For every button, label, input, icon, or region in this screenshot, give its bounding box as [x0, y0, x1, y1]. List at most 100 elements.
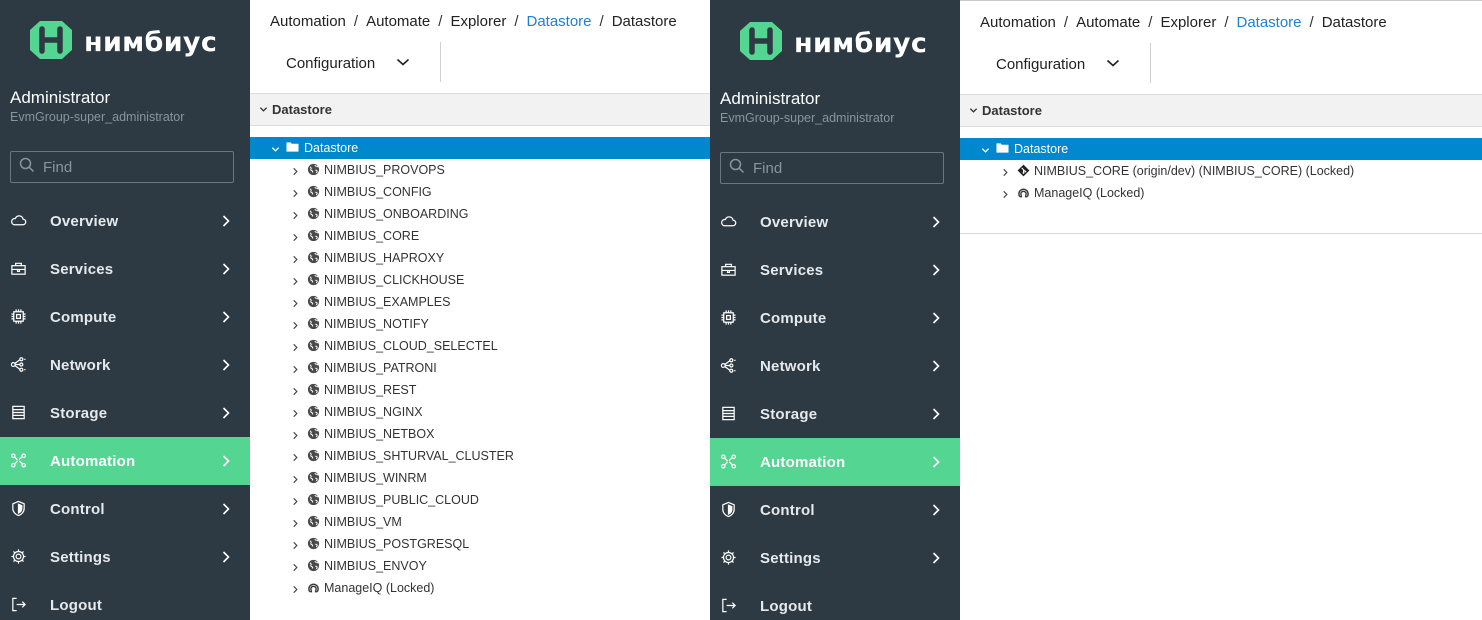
nav-item-compute[interactable]: Compute	[710, 294, 960, 342]
tree-node[interactable]: NIMBIUS_PROVOPS	[250, 159, 710, 181]
tree-node[interactable]: NIMBIUS_NOTIFY	[250, 313, 710, 335]
tree-node[interactable]: NIMBIUS_PATRONI	[250, 357, 710, 379]
accordion-header-datastore[interactable]: Datastore	[960, 94, 1482, 127]
nav-item-compute[interactable]: Compute	[0, 293, 250, 341]
accordion-title: Datastore	[272, 102, 332, 117]
breadcrumb-item[interactable]: Datastore	[526, 13, 591, 30]
chevron-right-icon[interactable]	[291, 561, 300, 572]
chevron-right-icon[interactable]	[291, 495, 300, 506]
tree-node[interactable]: NIMBIUS_VM	[250, 511, 710, 533]
tree-node[interactable]: NIMBIUS_CORE	[250, 225, 710, 247]
nav-item-logout[interactable]: Logout	[710, 582, 960, 620]
chevron-right-icon[interactable]	[291, 539, 300, 550]
nav-item-network[interactable]: Network	[0, 341, 250, 389]
configuration-label: Configuration	[286, 54, 376, 72]
chevron-right-icon[interactable]	[291, 451, 300, 462]
tree-node[interactable]: NIMBIUS_REST	[250, 379, 710, 401]
accordion-header-datastore[interactable]: Datastore	[250, 93, 710, 126]
nav-item-settings[interactable]: Settings	[710, 534, 960, 582]
tree-node[interactable]: NIMBIUS_HAPROXY	[250, 247, 710, 269]
globe-icon	[307, 185, 320, 198]
chevron-right-icon	[930, 454, 942, 470]
nav-item-settings[interactable]: Settings	[0, 533, 250, 581]
tree-node[interactable]: NIMBIUS_SHTURVAL_CLUSTER	[250, 445, 710, 467]
chevron-right-icon[interactable]	[291, 209, 300, 220]
nav-item-automation[interactable]: Automation	[0, 437, 250, 485]
tree-node-label: NIMBIUS_PATRONI	[324, 361, 437, 375]
manageiq-icon	[307, 581, 320, 594]
nav-item-label: Storage	[50, 404, 108, 422]
tree-node[interactable]: ManageIQ (Locked)	[250, 577, 710, 599]
tree-node-root[interactable]: Datastore	[250, 137, 710, 159]
chevron-right-icon[interactable]	[291, 429, 300, 440]
chevron-right-icon[interactable]	[1001, 188, 1010, 199]
folder-icon	[996, 142, 1009, 155]
user-name[interactable]: Administrator	[720, 89, 820, 109]
chevron-down-icon[interactable]	[981, 144, 990, 154]
chevron-right-icon[interactable]	[291, 363, 300, 374]
globe-icon	[307, 229, 320, 242]
tree-node[interactable]: NIMBIUS_WINRM	[250, 467, 710, 489]
toolbar-divider	[440, 42, 441, 82]
tree-node[interactable]: ManageIQ (Locked)	[960, 182, 1482, 204]
nav-item-overview[interactable]: Overview	[0, 197, 250, 245]
nav-item-label: Services	[760, 261, 824, 279]
search-input[interactable]: Find	[720, 152, 944, 184]
nav-item-storage[interactable]: Storage	[710, 390, 960, 438]
nav-item-automation[interactable]: Automation	[710, 438, 960, 486]
tree-node[interactable]: NIMBIUS_EXAMPLES	[250, 291, 710, 313]
chevron-right-icon[interactable]	[291, 385, 300, 396]
chevron-right-icon[interactable]	[291, 275, 300, 286]
tree-node[interactable]: NIMBIUS_ONBOARDING	[250, 203, 710, 225]
chevron-right-icon[interactable]	[291, 253, 300, 264]
globe-icon	[307, 207, 320, 220]
nav-item-logout[interactable]: Logout	[0, 581, 250, 620]
tree-node-root[interactable]: Datastore	[960, 138, 1482, 160]
tree-node[interactable]: NIMBIUS_ENVOY	[250, 555, 710, 577]
nav-item-services[interactable]: Services	[710, 246, 960, 294]
chevron-right-icon[interactable]	[291, 297, 300, 308]
configuration-dropdown[interactable]: Configuration	[980, 45, 1148, 83]
logo-mark-icon	[738, 19, 784, 68]
chevron-right-icon[interactable]	[291, 231, 300, 242]
breadcrumb-item[interactable]: Datastore	[1236, 14, 1301, 31]
tree-node[interactable]: NIMBIUS_NGINX	[250, 401, 710, 423]
brand-logo[interactable]: нимбиус	[738, 21, 927, 65]
tree-node[interactable]: NIMBIUS_PUBLIC_CLOUD	[250, 489, 710, 511]
user-name[interactable]: Administrator	[10, 88, 110, 108]
tree-node-label: NIMBIUS_SHTURVAL_CLUSTER	[324, 449, 514, 463]
tree-node[interactable]: NIMBIUS_POSTGRESQL	[250, 533, 710, 555]
nav-item-overview[interactable]: Overview	[710, 198, 960, 246]
chevron-right-icon[interactable]	[291, 341, 300, 352]
chevron-right-icon[interactable]	[291, 165, 300, 176]
chevron-right-icon[interactable]	[291, 583, 300, 594]
tree-node-label: NIMBIUS_HAPROXY	[324, 251, 445, 265]
datastore-tree: Datastore NIMBIUS_CORE (origin/dev) (NIMB…	[960, 138, 1482, 204]
search-input[interactable]: Find	[10, 151, 234, 183]
globe-icon	[307, 427, 320, 440]
chevron-right-icon[interactable]	[291, 517, 300, 528]
nav-item-network[interactable]: Network	[710, 342, 960, 390]
globe-icon	[307, 383, 320, 396]
tree-node[interactable]: NIMBIUS_CLOUD_SELECTEL	[250, 335, 710, 357]
nav-item-control[interactable]: Control	[0, 485, 250, 533]
chevron-right-icon[interactable]	[291, 187, 300, 198]
chevron-right-icon[interactable]	[291, 407, 300, 418]
tree-node[interactable]: NIMBIUS_CORE (origin/dev) (NIMBIUS_CORE)…	[960, 160, 1482, 182]
tree-node[interactable]: NIMBIUS_CONFIG	[250, 181, 710, 203]
globe-icon	[307, 273, 320, 286]
nav-item-label: Network	[50, 356, 111, 374]
configuration-dropdown[interactable]: Configuration	[270, 44, 438, 82]
brand-logo[interactable]: нимбиус	[28, 20, 217, 64]
toolbar-divider	[1150, 43, 1151, 83]
tree-node[interactable]: NIMBIUS_CLICKHOUSE	[250, 269, 710, 291]
chevron-right-icon[interactable]	[291, 473, 300, 484]
tree-node[interactable]: NIMBIUS_NETBOX	[250, 423, 710, 445]
chevron-down-icon[interactable]	[271, 143, 280, 153]
nav-item-control[interactable]: Control	[710, 486, 960, 534]
nav-item-services[interactable]: Services	[0, 245, 250, 293]
chevron-right-icon[interactable]	[291, 319, 300, 330]
chevron-right-icon[interactable]	[1001, 166, 1010, 177]
user-group: EvmGroup-super_administrator	[720, 111, 895, 125]
nav-item-storage[interactable]: Storage	[0, 389, 250, 437]
